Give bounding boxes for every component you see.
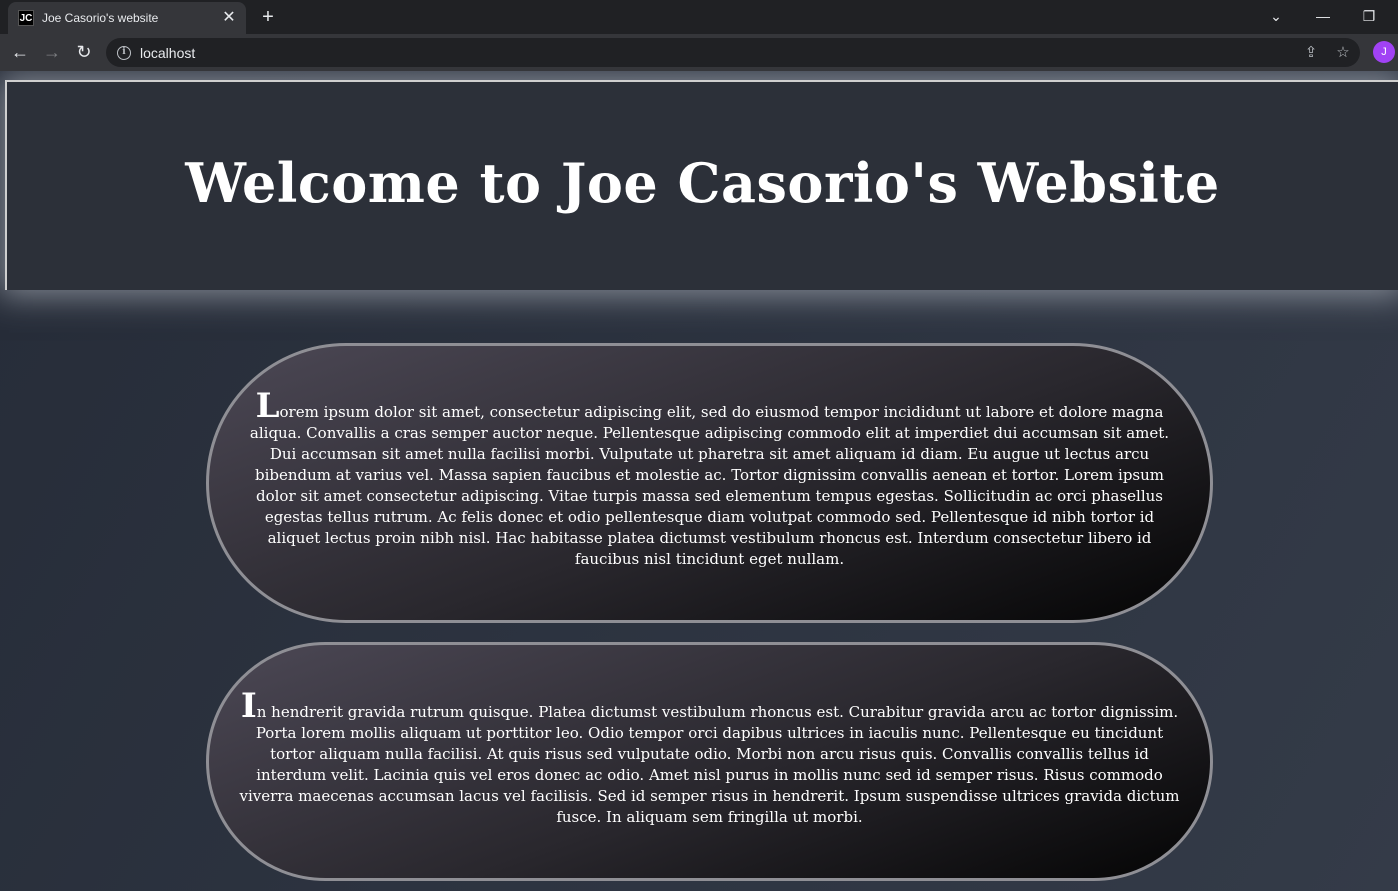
forward-arrow-icon[interactable]: → <box>40 40 64 64</box>
tab-search-icon[interactable]: ⌄ <box>1254 4 1298 28</box>
url-text[interactable]: localhost <box>140 45 195 61</box>
back-arrow-icon[interactable]: ← <box>8 40 32 64</box>
card-paragraph: In hendrerit gravida rutrum quisque. Pla… <box>237 689 1182 828</box>
drop-cap: L <box>255 386 280 426</box>
site-info-icon[interactable]: i <box>117 45 131 60</box>
content-card: Lorem ipsum dolor sit amet, consectetur … <box>206 343 1213 623</box>
paragraph-text: orem ipsum dolor sit amet, consectetur a… <box>249 403 1170 568</box>
card-paragraph: Lorem ipsum dolor sit amet, consectetur … <box>237 389 1182 570</box>
drop-cap: I <box>240 685 257 726</box>
browser-tab[interactable]: JC Joe Casorio's website ✕ <box>8 2 246 34</box>
profile-avatar[interactable]: J <box>1373 41 1395 63</box>
new-tab-icon[interactable]: + <box>256 5 280 29</box>
page-header: Welcome to Joe Casorio's Website <box>5 80 1398 290</box>
browser-toolbar: ← → ↻ i localhost ⇪ ☆ J <box>0 34 1398 71</box>
site-favicon-icon: JC <box>18 10 34 26</box>
paragraph-text: n hendrerit gravida rutrum quisque. Plat… <box>239 702 1180 826</box>
restore-icon[interactable]: ❐ <box>1347 4 1391 28</box>
reload-icon[interactable]: ↻ <box>72 40 96 64</box>
bookmark-star-icon[interactable]: ☆ <box>1334 44 1352 62</box>
page-title: Welcome to Joe Casorio's Website <box>185 151 1220 215</box>
address-bar[interactable]: i localhost ⇪ ☆ <box>106 38 1360 67</box>
content-card: In hendrerit gravida rutrum quisque. Pla… <box>206 642 1213 881</box>
tab-strip: JC Joe Casorio's website ✕ + ⌄ — ❐ <box>0 0 1398 34</box>
page-viewport: Welcome to Joe Casorio's Website Lorem i… <box>0 71 1398 891</box>
close-tab-icon[interactable]: ✕ <box>220 9 238 27</box>
share-icon[interactable]: ⇪ <box>1302 44 1320 62</box>
tab-title: Joe Casorio's website <box>42 11 159 25</box>
minimize-icon[interactable]: — <box>1301 4 1345 28</box>
